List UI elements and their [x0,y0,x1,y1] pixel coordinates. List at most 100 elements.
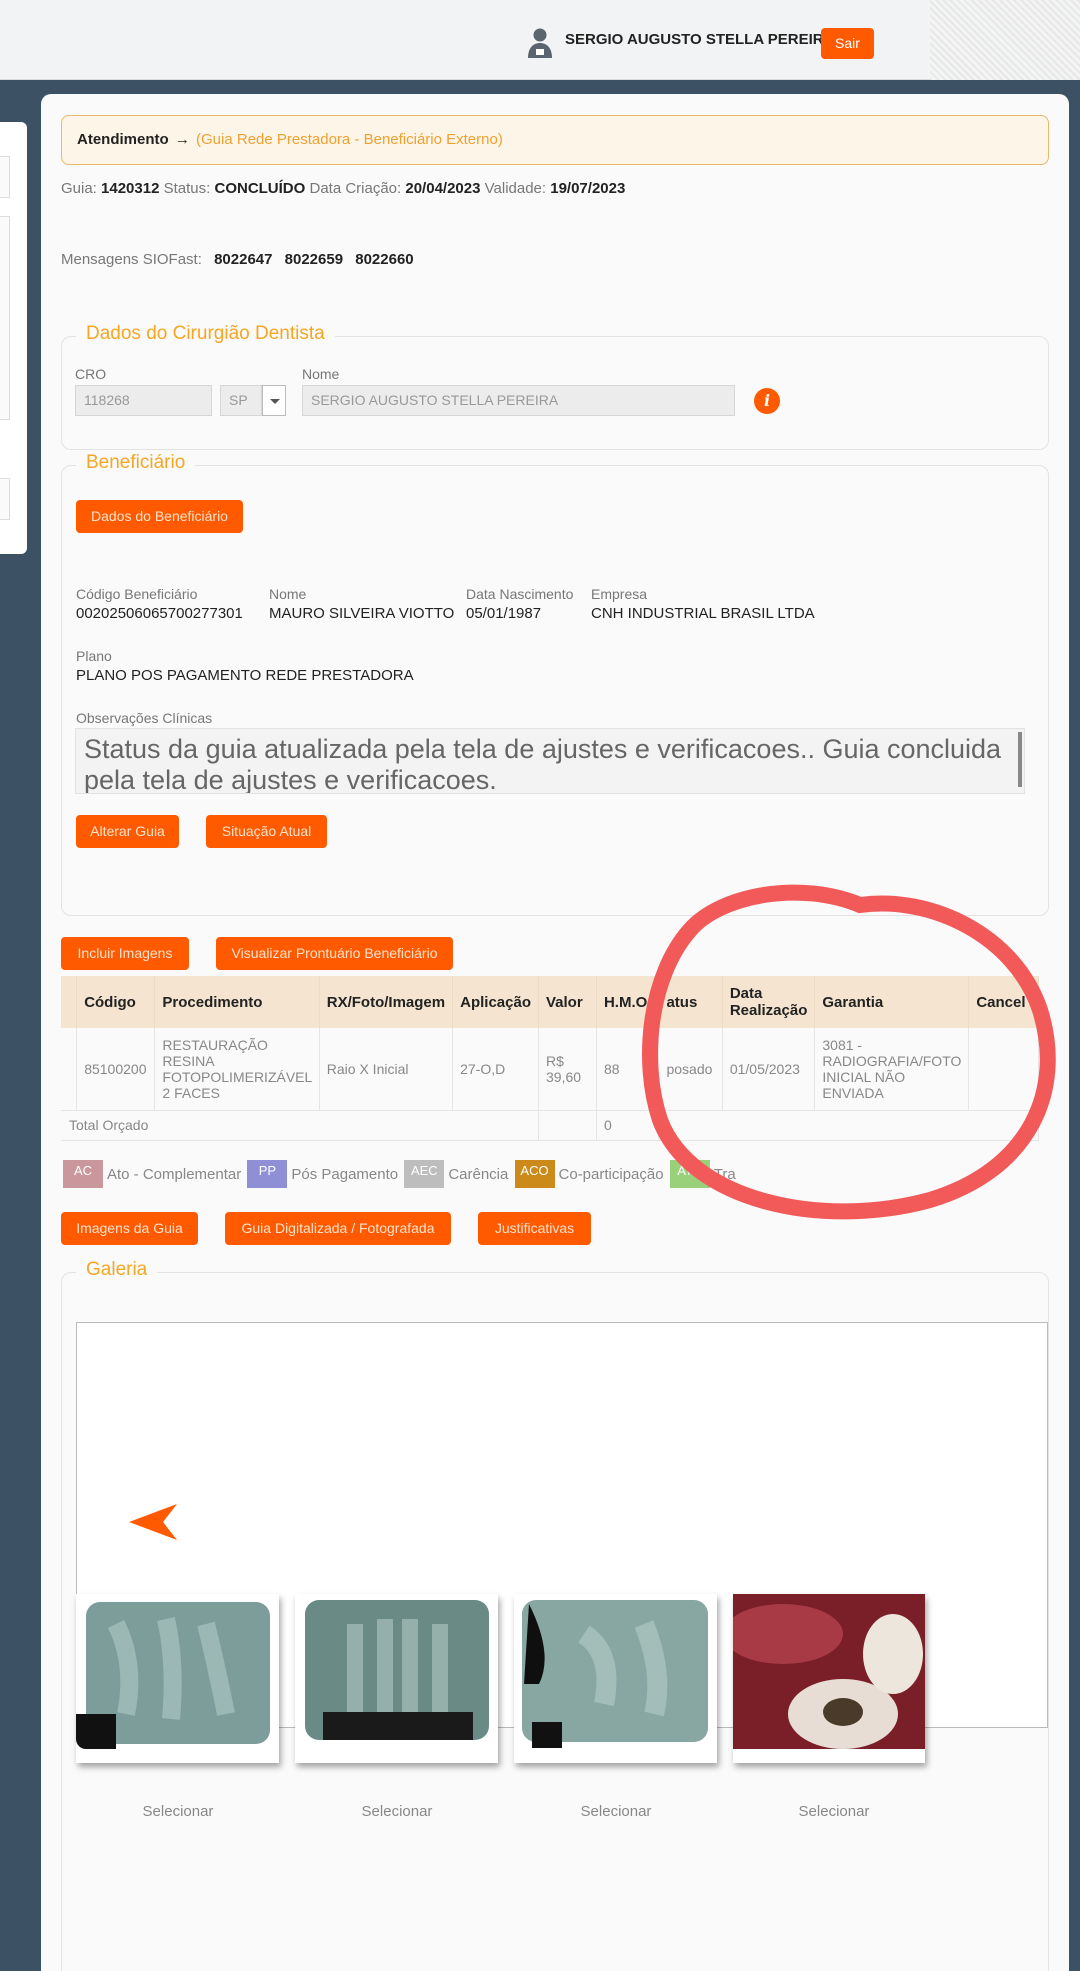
gallery-thumbnail[interactable] [514,1594,717,1763]
message-id[interactable]: 8022659 [285,251,343,268]
table-header-cell: Procedimento [154,976,320,1028]
user-icon [528,28,552,58]
validade-value: 19/07/2023 [550,180,626,197]
nome-label: Nome [302,366,340,382]
table-header-row: Código Procedimento RX/Foto/Imagem Aplic… [61,976,1039,1028]
table-cell [61,1028,78,1111]
table-cell: RESTAURAÇÃO RESINA FOTOPOLIMERIZÁVEL 2 F… [154,1028,320,1111]
codigo-beneficiario-label: Código Beneficiário [76,586,198,602]
dados-beneficiario-button[interactable]: Dados do Beneficiário [76,500,243,533]
situacao-atual-button[interactable]: Situação Atual [206,815,327,848]
chevron-down-icon[interactable] [262,385,286,416]
plano-value: PLANO POS PAGAMENTO REDE PRESTADORA [76,667,414,684]
xray-image [514,1594,717,1749]
table-header-cell: Data Realização [722,976,816,1028]
guia-value: 1420312 [101,180,160,197]
table-cell: 3081 - RADIOGRAFIA/FOTO INICIAL NÃO ENVI… [814,1028,970,1111]
side-field[interactable] [0,478,10,520]
legend-chip-aco: ACO [514,1160,555,1188]
codigo-beneficiario-value: 00202506065700277301 [76,605,243,622]
legend-chip-ac: AC [63,1160,103,1188]
guia-digitalizada-button[interactable]: Guia Digitalizada / Fotografada [225,1212,451,1245]
cro-field[interactable]: 118268 [75,385,212,416]
top-bar: SERGIO AUGUSTO STELLA PEREIRA Sair [0,0,1080,80]
dentista-name-field[interactable]: SERGIO AUGUSTO STELLA PEREIRA [302,385,735,416]
table-cell [968,1028,1039,1111]
data-criacao-label: Data Criação: [309,180,402,197]
side-panel [0,122,27,554]
status-label: Status: [163,180,211,197]
nascimento-value: 05/01/1987 [466,605,542,622]
dentista-legend: Dados do Cirurgião Dentista [76,323,335,345]
table-header-cell: Garantia [814,976,970,1028]
nascimento-label: Data Nascimento [466,586,574,602]
table-header-cell: Código [76,976,156,1028]
table-header-cell: Aplicação [452,976,539,1028]
legend-label: Pós Pagamento [291,1165,399,1183]
user-name: SERGIO AUGUSTO STELLA PEREIRA [565,31,835,48]
scrollbar[interactable] [1018,732,1022,787]
gallery-thumbnail[interactable] [733,1594,925,1763]
validade-label: Validade: [484,180,547,197]
table-cell [658,1110,1039,1141]
dentista-fieldset: Dados do Cirurgião Dentista CRO 118268 S… [61,323,1049,450]
justificativas-button[interactable]: Justificativas [478,1212,591,1245]
observacoes-label: Observações Clínicas [76,710,213,726]
side-field[interactable] [0,156,10,198]
siofast-messages: Mensagens SIOFast: 8022647 8022659 80226… [61,251,414,268]
beneficiario-legend: Beneficiário [76,452,196,474]
legend-label: Ato - Complementar [107,1165,242,1183]
dental-photo [733,1594,925,1749]
xray-image [76,1594,279,1749]
chevron-left-icon[interactable] [129,1502,179,1542]
info-icon[interactable]: i [754,388,780,414]
incluir-imagens-button[interactable]: Incluir Imagens [61,937,189,970]
logout-button[interactable]: Sair [821,28,874,59]
observacoes-textarea[interactable]: Status da guia atualizada pela tela de a… [75,728,1025,794]
table-cell: 85100200 [76,1028,156,1111]
data-criacao-value: 20/04/2023 [405,180,481,197]
beneficiario-nome-value: MAURO SILVEIRA VIOTTO [269,605,455,622]
side-field[interactable] [0,216,10,420]
legend-chip-atr: ATR [669,1160,710,1188]
uf-select[interactable]: SP [220,385,262,416]
plano-label: Plano [76,648,112,664]
breadcrumb-page[interactable]: (Guia Rede Prestadora - Beneficiário Ext… [196,131,503,148]
select-link[interactable]: Selecionar [108,1803,248,1820]
gallery-thumbnail[interactable] [295,1594,498,1763]
table-cell: posado [658,1028,723,1111]
select-link[interactable]: Selecionar [327,1803,467,1820]
table-cell: 88 [596,1028,660,1111]
mensagens-label: Mensagens SIOFast: [61,251,202,268]
guia-label: Guia: [61,180,97,197]
table-cell: 27-O,D [452,1028,539,1111]
procedures-table: Código Procedimento RX/Foto/Imagem Aplic… [61,976,1039,1141]
message-id[interactable]: 8022660 [355,251,413,268]
table-header-cell: atus [658,976,723,1028]
legend-label: Co-participação [558,1165,664,1183]
alterar-guia-button[interactable]: Alterar Guia [76,815,179,848]
total-hmo: 0 [596,1110,660,1141]
cro-label: CRO [75,366,107,382]
visualizar-prontuario-button[interactable]: Visualizar Prontuário Beneficiário [216,937,453,970]
breadcrumb-arrow: → [174,131,190,148]
status-value: CONCLUÍDO [214,180,306,197]
table-cell: R$ 39,60 [538,1028,597,1111]
gallery-thumbnail[interactable] [76,1594,279,1763]
header-pattern [930,0,1080,80]
galeria-legend: Galeria [76,1259,158,1281]
select-link[interactable]: Selecionar [764,1803,904,1820]
table-cell [538,1110,597,1141]
breadcrumb-section: Atendimento [77,131,169,148]
table-cell: Raio X Inicial [319,1028,454,1111]
table-header-cell: H.M.O. [596,976,660,1028]
empresa-label: Empresa [591,586,648,602]
total-label: Total Orçado [61,1110,539,1141]
beneficiario-nome-label: Nome [269,586,307,602]
table-row[interactable]: 85100200 RESTAURAÇÃO RESINA FOTOPOLIMERI… [61,1028,1039,1111]
table-total-row: Total Orçado 0 [61,1110,1039,1141]
select-link[interactable]: Selecionar [546,1803,686,1820]
imagens-guia-button[interactable]: Imagens da Guia [61,1212,198,1245]
table-header-cell: RX/Foto/Imagem [319,976,454,1028]
message-id[interactable]: 8022647 [214,251,272,268]
